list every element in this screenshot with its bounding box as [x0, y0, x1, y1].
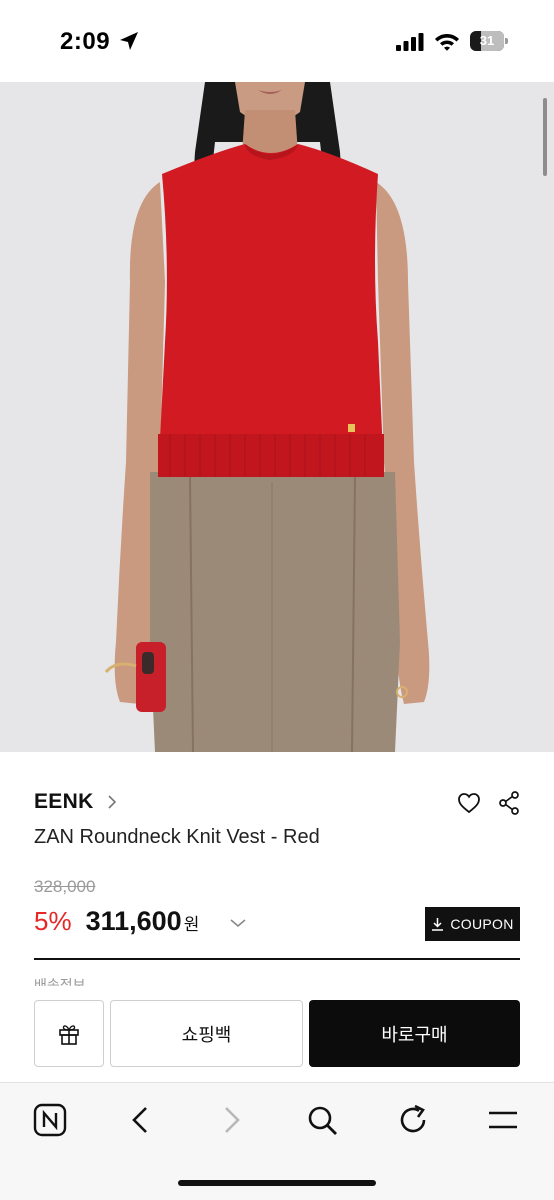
cellular-signal-icon	[396, 33, 424, 51]
brand-name: EENK	[34, 790, 94, 813]
brand-link[interactable]: EENK	[34, 790, 118, 814]
section-divider	[34, 958, 520, 960]
discount-rate: 5%	[34, 906, 72, 936]
wifi-icon	[435, 34, 459, 51]
home-indicator[interactable]	[178, 1180, 376, 1186]
currency-unit: 원	[183, 915, 200, 935]
download-icon	[432, 918, 444, 931]
coupon-label: COUPON	[450, 916, 514, 932]
purchase-action-bar: 쇼핑백 바로구매	[0, 986, 554, 1082]
shopping-bag-button[interactable]: 쇼핑백	[110, 1000, 303, 1067]
status-bar: 2:09 31	[0, 0, 554, 82]
battery-level: 31	[479, 33, 495, 48]
original-price: 328,000	[34, 877, 96, 896]
product-photo	[0, 82, 554, 752]
product-image[interactable]	[0, 82, 554, 752]
product-title: ZAN Roundneck Knit Vest - Red	[34, 826, 320, 848]
search-icon[interactable]	[305, 1103, 339, 1137]
menu-icon[interactable]	[486, 1103, 520, 1137]
naver-home-icon[interactable]	[33, 1103, 67, 1137]
share-icon[interactable]	[497, 790, 521, 816]
coupon-button[interactable]: COUPON	[425, 907, 520, 941]
sale-price: 311,600	[85, 906, 182, 936]
image-scroll-indicator	[543, 98, 547, 176]
location-arrow-icon	[120, 32, 138, 50]
gift-icon	[59, 1024, 79, 1045]
buy-now-button[interactable]: 바로구매	[309, 1000, 520, 1067]
chevron-right-icon	[107, 795, 116, 809]
reload-icon[interactable]	[396, 1103, 430, 1137]
heart-icon[interactable]	[457, 792, 481, 814]
chevron-down-icon[interactable]	[230, 918, 246, 928]
price-row: 5% 311,600 원	[34, 906, 199, 937]
gift-button[interactable]	[34, 1000, 104, 1067]
status-time: 2:09	[60, 28, 111, 55]
forward-icon	[214, 1103, 248, 1137]
battery-icon: 31	[470, 31, 508, 51]
back-icon[interactable]	[124, 1103, 158, 1137]
